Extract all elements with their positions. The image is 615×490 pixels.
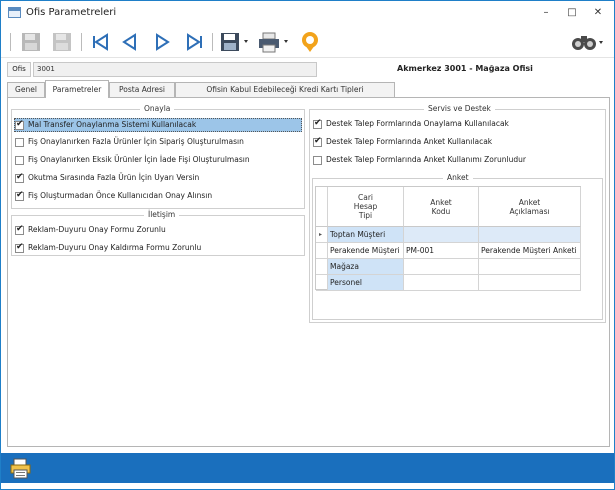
tab-genel[interactable]: Genel [7, 82, 45, 97]
checkbox-checked-icon[interactable] [313, 118, 322, 129]
office-label: Ofis [7, 62, 31, 77]
table-row[interactable]: Mağaza [316, 259, 581, 275]
cell-hesap-tipi[interactable]: Mağaza [328, 259, 404, 275]
table-row[interactable]: Perakende Müşteri PM-001 Perakende Müşte… [316, 243, 581, 259]
location-icon[interactable] [299, 31, 321, 53]
anket-grid: Cari Hesap Tipi Anket Kodu Anket Açıklam… [315, 186, 581, 291]
toolbar-separator [10, 33, 11, 51]
checkbox-checked-icon[interactable] [15, 172, 24, 183]
checkbox-destek-anket-zorunlu[interactable]: Destek Talep Formlarında Anket Kullanımı… [313, 154, 601, 168]
cell-anket-kodu[interactable] [404, 227, 479, 243]
row-indicator [316, 259, 328, 275]
delete-icon[interactable] [51, 31, 73, 53]
tab-panel-parametreler: Onayla Mal Transfer Onaylanma Sistemi Ku… [7, 97, 610, 447]
cell-anket-kodu[interactable] [404, 259, 479, 275]
window-title: Ofis Parametreleri [26, 7, 117, 18]
checkbox-destek-onaylama[interactable]: Destek Talep Formlarında Onaylama Kullan… [313, 118, 601, 132]
checkbox-label: Fiş Oluşturmadan Önce Kullanıcıdan Onay … [28, 191, 213, 200]
next-record-icon[interactable] [151, 31, 173, 53]
printer-menu-icon[interactable] [10, 458, 32, 479]
servis-destek-group-title: Servis ve Destek [424, 104, 495, 115]
save-icon[interactable] [20, 31, 42, 53]
checkbox-checked-icon[interactable] [15, 190, 24, 201]
anket-group-title: Anket [443, 173, 473, 184]
checkbox-label: Fiş Onaylanırken Eksik Ürünler İçin İade… [28, 155, 250, 164]
search-icon[interactable] [571, 31, 605, 53]
toolbar-separator [81, 33, 82, 51]
checkbox-okutma-uyari[interactable]: Okutma Sırasında Fazla Ürün İçin Uyarı V… [15, 172, 303, 186]
checkbox-unchecked-icon[interactable] [15, 156, 24, 165]
window-icon [8, 7, 21, 18]
checkbox-checked-icon[interactable] [313, 136, 322, 147]
onayla-group-title: Onayla [140, 104, 175, 115]
minimize-button[interactable]: – [535, 5, 557, 21]
checkbox-label: Reklam-Duyuru Onay Formu Zorunlu [28, 225, 166, 234]
grid-header-cari-hesap-tipi: Cari Hesap Tipi [328, 187, 404, 227]
grid-indicator-header [316, 187, 328, 227]
grid-header-anket-kodu: Anket Kodu [404, 187, 479, 227]
checkbox-unchecked-icon[interactable] [15, 138, 24, 147]
checkbox-eksik-urun-iade[interactable]: Fiş Onaylanırken Eksik Ürünler İçin İade… [15, 154, 303, 168]
cell-hesap-tipi[interactable]: Personel [328, 275, 404, 291]
checkbox-label: Destek Talep Formlarında Anket Kullanıla… [326, 137, 493, 146]
export-icon[interactable] [220, 31, 250, 53]
grid-header-anket-aciklamasi: Anket Açıklaması [479, 187, 581, 227]
application-window: Ofis Parametreleri – □ ✕ Ofis 3001 Akmer… [0, 0, 615, 490]
checkbox-label: Destek Talep Formlarında Onaylama Kullan… [326, 119, 509, 128]
tab-parametreler[interactable]: Parametreler [45, 80, 109, 98]
table-row[interactable]: Personel [316, 275, 581, 291]
cell-hesap-tipi[interactable]: Perakende Müşteri [328, 243, 404, 259]
tab-posta-adresi[interactable]: Posta Adresi [109, 82, 175, 97]
checkbox-reklam-onay[interactable]: Reklam-Duyuru Onay Formu Zorunlu [15, 224, 303, 238]
checkbox-checked-icon[interactable] [15, 242, 24, 253]
first-record-icon[interactable] [89, 31, 111, 53]
row-indicator [316, 243, 328, 259]
cell-anket-aciklamasi[interactable] [479, 275, 581, 291]
cell-anket-kodu[interactable] [404, 275, 479, 291]
bottom-bar [1, 453, 614, 483]
row-indicator [316, 275, 328, 291]
checkbox-label: Reklam-Duyuru Onay Kaldırma Formu Zorunl… [28, 243, 202, 252]
table-row[interactable]: ▸ Toptan Müşteri [316, 227, 581, 243]
office-row: Ofis 3001 Akmerkez 3001 - Mağaza Ofisi [7, 62, 610, 77]
toolbar [1, 25, 614, 58]
checkbox-onay-alinsin[interactable]: Fiş Oluşturmadan Önce Kullanıcıdan Onay … [15, 190, 303, 204]
office-code-field[interactable]: 3001 [33, 62, 317, 77]
checkbox-checked-icon[interactable] [15, 119, 24, 130]
checkbox-mal-transfer-onay[interactable]: Mal Transfer Onaylanma Sistemi Kullanıla… [14, 118, 302, 132]
checkbox-label: Fiş Onaylanırken Fazla Ürünler İçin Sipa… [28, 137, 244, 146]
cell-anket-aciklamasi[interactable] [479, 259, 581, 275]
checkbox-reklam-kaldirma[interactable]: Reklam-Duyuru Onay Kaldırma Formu Zorunl… [15, 242, 303, 256]
cell-anket-kodu[interactable]: PM-001 [404, 243, 479, 259]
checkbox-label: Mal Transfer Onaylanma Sistemi Kullanıla… [28, 120, 197, 129]
anket-group: Anket Cari Hesap Tipi Anket Kodu Anket A… [312, 173, 603, 320]
toolbar-separator [212, 33, 213, 51]
servis-destek-group: Servis ve Destek Destek Talep Formlarınd… [309, 104, 606, 323]
row-indicator-icon: ▸ [316, 227, 328, 243]
last-record-icon[interactable] [184, 31, 206, 53]
office-name: Akmerkez 3001 - Mağaza Ofisi [397, 64, 533, 73]
checkbox-fazla-urun-siparis[interactable]: Fiş Onaylanırken Fazla Ürünler İçin Sipa… [15, 136, 303, 150]
iletisim-group-title: İletişim [144, 210, 180, 221]
title-bar: Ofis Parametreleri – □ ✕ [1, 1, 614, 25]
checkbox-label: Destek Talep Formlarında Anket Kullanımı… [326, 155, 526, 164]
checkbox-unchecked-icon[interactable] [313, 156, 322, 165]
cell-anket-aciklamasi[interactable] [479, 227, 581, 243]
checkbox-checked-icon[interactable] [15, 224, 24, 235]
checkbox-destek-anket[interactable]: Destek Talep Formlarında Anket Kullanıla… [313, 136, 601, 150]
cell-hesap-tipi[interactable]: Toptan Müşteri [328, 227, 404, 243]
iletisim-group: İletişim Reklam-Duyuru Onay Formu Zorunl… [11, 210, 305, 256]
cell-anket-aciklamasi[interactable]: Perakende Müşteri Anketi [479, 243, 581, 259]
tab-kredi-karti-tipleri[interactable]: Ofisin Kabul Edebileceği Kredi Kartı Tip… [175, 82, 395, 97]
onayla-group: Onayla Mal Transfer Onaylanma Sistemi Ku… [11, 104, 305, 209]
checkbox-label: Okutma Sırasında Fazla Ürün İçin Uyarı V… [28, 173, 200, 182]
prev-record-icon[interactable] [119, 31, 141, 53]
close-button[interactable]: ✕ [587, 5, 609, 21]
maximize-button[interactable]: □ [561, 5, 583, 21]
print-icon[interactable] [258, 31, 290, 53]
